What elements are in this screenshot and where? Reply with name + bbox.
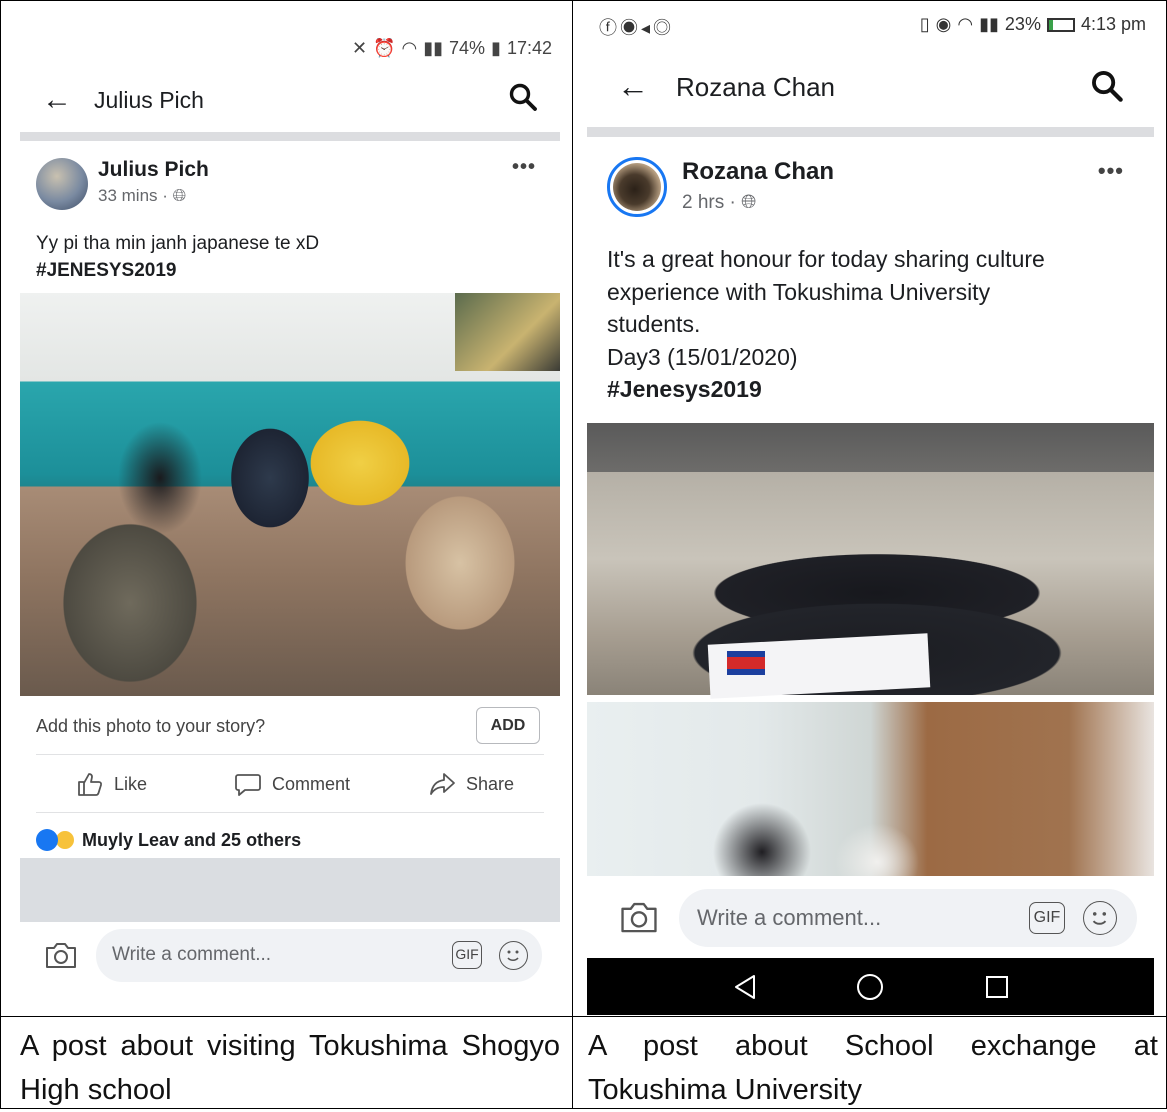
left-caption: A post about visiting Tokushima Shogyo H… [20, 1030, 560, 1106]
cambodia-flag [727, 651, 765, 675]
post-text-line: students. [607, 311, 701, 337]
eye-icon: ◉ [935, 14, 952, 34]
notification-icons: ⓕ◉◂◎ [599, 14, 674, 40]
battery-icon [1046, 17, 1075, 32]
globe-icon: 🌐︎ [172, 186, 187, 205]
story-prompt: Add this photo to your story? [36, 716, 266, 736]
header-divider [20, 132, 560, 141]
clock: 4:13 pm [1080, 14, 1146, 34]
nav-recents-icon[interactable] [985, 975, 1009, 999]
app-header: ← Rozana Chan [587, 66, 1154, 110]
post-text-line: It's a great honour for today sharing cu… [607, 246, 1045, 272]
mute-icon: ✕ [351, 38, 368, 58]
post-photo[interactable] [20, 293, 560, 696]
camera-icon[interactable] [44, 940, 78, 970]
right-caption: A post about School exchange at Tokushim… [588, 1030, 1158, 1106]
wall-poster [455, 293, 560, 371]
post-photo-group[interactable] [587, 423, 1154, 699]
right-screenshot: ⓕ◉◂◎ ▯ ◉ ◠ ▮▮ 23% 4:13 pm ← Rozana Chan … [587, 0, 1154, 1016]
like-reaction-icon [36, 829, 58, 851]
table-column-divider [572, 0, 573, 1109]
post-meta: 33 mins · 🌐︎ [98, 186, 186, 206]
share-button[interactable]: Share [428, 770, 514, 798]
reactions-summary[interactable]: Muyly Leav and 25 others [36, 829, 301, 851]
back-arrow-icon[interactable]: ← [42, 83, 72, 117]
comment-input[interactable]: Write a comment... GIF [679, 889, 1137, 947]
gif-icon[interactable]: GIF [452, 941, 482, 969]
more-options-icon[interactable]: ••• [1098, 158, 1124, 184]
reactions-text: Muyly Leav and 25 others [82, 829, 302, 850]
wifi-icon: ◠ [401, 38, 418, 58]
comment-input[interactable]: Write a comment... GIF [96, 929, 542, 982]
author-name[interactable]: Rozana Chan [682, 158, 834, 186]
back-arrow-icon[interactable]: ← [617, 68, 649, 105]
status-bar: ✕ ⏰ ◠ ▮▮ 74% ▮ 17:42 [352, 38, 552, 59]
telegram-icon: ◂ [641, 18, 654, 38]
alarm-icon: ⏰ [373, 38, 396, 58]
more-options-icon[interactable]: ••• [512, 156, 536, 179]
clock: 17:42 [506, 38, 552, 58]
left-screenshot: ✕ ⏰ ◠ ▮▮ 74% ▮ 17:42 ← Julius Pich Juliu… [20, 0, 560, 1010]
header-divider [587, 127, 1154, 137]
search-icon[interactable] [1090, 69, 1124, 103]
hashtag-link[interactable]: #Jenesys2019 [607, 376, 762, 402]
signal-icon: ▮▮ [979, 14, 999, 34]
signal-icon: ▮▮ [423, 38, 444, 58]
messenger-icon: ◉ [620, 18, 641, 38]
post-text-line: experience with Tokushima University [607, 278, 991, 305]
post-photo-library[interactable] [587, 702, 1154, 876]
comment-button[interactable]: Comment [234, 770, 350, 798]
nav-back-icon[interactable] [733, 974, 757, 1000]
post-text: Yy pi tha min janh japanese te xD #JENES… [36, 230, 319, 284]
post-meta: 2 hrs · 🌐︎ [682, 192, 756, 214]
divider [36, 754, 544, 755]
post-text-line: Yy pi tha min janh japanese te xD [36, 233, 320, 254]
page-title: Julius Pich [94, 86, 204, 113]
post-time: 2 hrs · [682, 192, 742, 213]
post-time: 33 mins · [98, 186, 173, 205]
comment-placeholder: Write a comment... [697, 905, 882, 930]
like-button[interactable]: Like [76, 770, 147, 798]
status-bar: ⓕ◉◂◎ ▯ ◉ ◠ ▮▮ 23% 4:13 pm [587, 14, 1154, 40]
battery-percent: 23% [1004, 14, 1041, 34]
android-nav-bar [587, 958, 1154, 1015]
post-text: It's a great honour for today sharing cu… [607, 243, 1127, 406]
comment-bubble-icon [235, 774, 261, 796]
emoji-icon[interactable] [1083, 901, 1117, 935]
emoji-icon[interactable] [499, 941, 528, 970]
post-text-line: Day3 (15/01/2020) [607, 343, 798, 370]
table-row-divider [0, 1016, 1167, 1017]
camera-icon[interactable] [619, 899, 659, 935]
globe-icon: 🌐︎ [741, 192, 757, 213]
gif-icon[interactable]: GIF [1029, 902, 1065, 934]
comment-placeholder: Write a comment... [112, 944, 272, 965]
battery-icon: ▮ [491, 38, 501, 58]
hashtag-link[interactable]: #JENESYS2019 [36, 260, 177, 281]
author-name[interactable]: Julius Pich [98, 158, 209, 182]
avatar[interactable] [607, 157, 667, 217]
thumbs-up-icon [78, 773, 103, 796]
instagram-icon: ◎ [653, 18, 675, 38]
nav-home-icon[interactable] [856, 973, 884, 1001]
search-icon[interactable] [508, 82, 538, 112]
app-header: ← Julius Pich [20, 78, 560, 122]
page-title: Rozana Chan [676, 72, 835, 102]
share-label: Share [466, 773, 515, 794]
like-label: Like [114, 773, 148, 794]
vibrate-icon: ▯ [919, 14, 930, 34]
empty-comments-area [20, 858, 560, 922]
avatar[interactable] [36, 158, 88, 210]
add-to-story-button[interactable]: ADD [476, 707, 540, 744]
divider [36, 812, 544, 813]
battery-percent: 74% [449, 38, 486, 58]
share-arrow-icon [430, 773, 455, 795]
wifi-icon: ◠ [957, 14, 974, 34]
facebook-icon: ⓕ [599, 18, 620, 38]
comment-label: Comment [272, 773, 351, 794]
